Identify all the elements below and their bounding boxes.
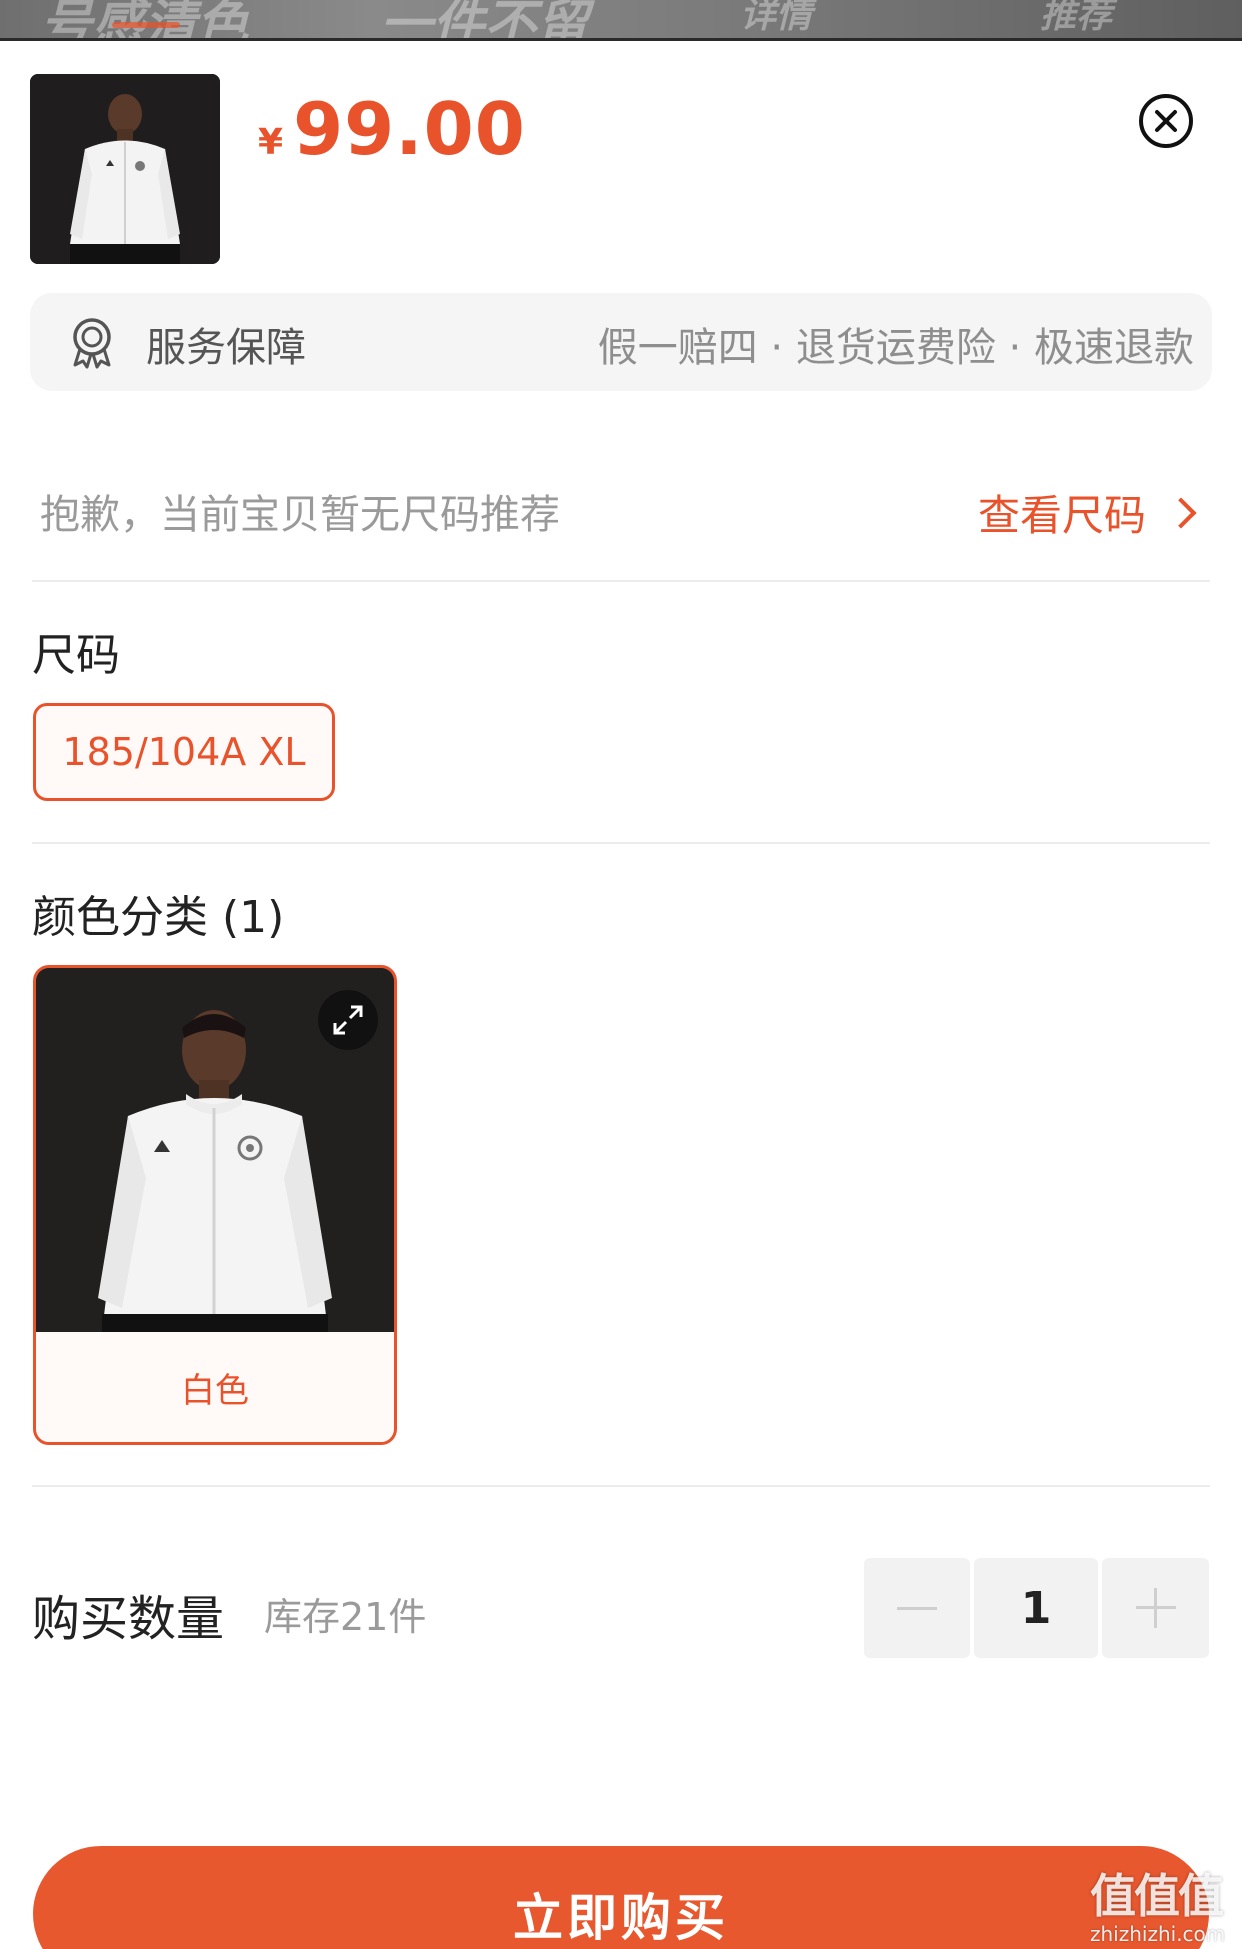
chevron-right-icon bbox=[1165, 496, 1197, 529]
color-option-white[interactable]: 白色 bbox=[33, 965, 397, 1445]
service-detail: 假一赔四 · 退货运费险 · 极速退款 bbox=[597, 325, 1194, 371]
header-tab-recommend: 推荐 bbox=[1040, 0, 1113, 36]
size-section-title: 尺码 bbox=[32, 630, 120, 681]
header-tab-indicator bbox=[112, 22, 180, 28]
size-recommendation-tip: 抱歉，当前宝贝暂无尺码推荐 bbox=[40, 492, 560, 538]
increase-quantity-button[interactable] bbox=[1102, 1558, 1209, 1658]
view-size-chart-label: 查看尺码 bbox=[977, 491, 1146, 540]
divider bbox=[32, 842, 1210, 844]
quantity-stepper: 1 bbox=[864, 1558, 1209, 1658]
buy-now-button[interactable]: 立即购买 bbox=[33, 1846, 1209, 1949]
sku-selection-sheet: ¥ 99.00 服务保障 假一赔四 · 退货运费险 · 极速退款 抱歉，当前宝贝… bbox=[0, 38, 1242, 1949]
minus-icon bbox=[897, 1606, 937, 1610]
header-faded-text: 一件不留 bbox=[380, 0, 589, 40]
close-button[interactable] bbox=[1139, 94, 1193, 148]
price-value: 99.00 bbox=[293, 87, 526, 171]
size-option-label: 185/104A XL bbox=[62, 730, 306, 774]
currency-symbol: ¥ bbox=[258, 122, 284, 163]
buy-now-label: 立即购买 bbox=[513, 1889, 729, 1947]
expand-image-button[interactable] bbox=[318, 990, 378, 1050]
close-icon bbox=[1155, 110, 1177, 132]
header-faded-text: 号感清色 bbox=[40, 0, 249, 40]
color-option-image bbox=[36, 968, 394, 1332]
jacket-model-photo bbox=[30, 74, 220, 264]
award-badge-icon bbox=[73, 318, 111, 369]
color-section-title: 颜色分类 (1) bbox=[32, 892, 285, 943]
stock-count: 库存21件 bbox=[264, 1595, 427, 1639]
price: ¥ 99.00 bbox=[258, 87, 526, 171]
plus-icon bbox=[1135, 1588, 1176, 1628]
view-size-chart-link[interactable]: 查看尺码 bbox=[977, 482, 1197, 543]
expand-icon bbox=[333, 1005, 363, 1035]
background-page-header: 号感清色 一件不留 详情 推荐 bbox=[0, 0, 1242, 40]
watermark-url: zhizhizhi.com bbox=[1090, 1922, 1226, 1946]
watermark-logo: 值值值 bbox=[1090, 1869, 1224, 1923]
decrease-quantity-button[interactable] bbox=[864, 1558, 970, 1658]
size-option-185-104a-xl[interactable]: 185/104A XL bbox=[33, 703, 335, 801]
service-guarantee-bar[interactable]: 服务保障 假一赔四 · 退货运费险 · 极速退款 bbox=[30, 293, 1212, 391]
service-title: 服务保障 bbox=[146, 325, 306, 371]
divider bbox=[32, 580, 1210, 582]
color-option-label: 白色 bbox=[181, 1370, 249, 1411]
header-tab-detail: 详情 bbox=[740, 0, 813, 36]
quantity-title: 购买数量 bbox=[32, 1591, 225, 1647]
watermark: 值值值 zhizhizhi.com bbox=[1090, 1860, 1240, 1949]
divider bbox=[32, 1485, 1210, 1487]
quantity-value[interactable]: 1 bbox=[974, 1558, 1098, 1658]
product-thumbnail[interactable] bbox=[30, 74, 220, 264]
